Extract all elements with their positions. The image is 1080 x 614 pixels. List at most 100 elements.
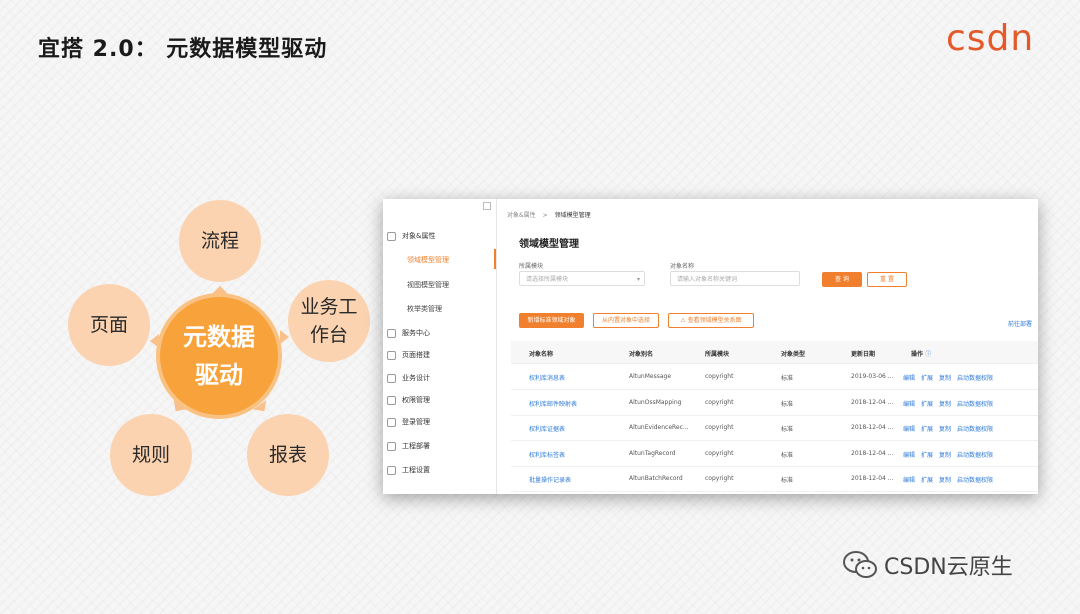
info-icon[interactable]: ⓘ xyxy=(925,351,931,358)
row-action-link[interactable]: 启动数据权限 xyxy=(957,477,993,484)
row-action-link[interactable]: 启动数据权限 xyxy=(957,426,993,433)
row-action-link[interactable]: 编辑 xyxy=(903,426,915,433)
node-workbench: 业务工作台 xyxy=(288,280,370,362)
row-action-link[interactable]: 扩展 xyxy=(921,426,933,433)
row-action-link[interactable]: 扩展 xyxy=(921,452,933,459)
cell-date: 2018-12-04 ... xyxy=(851,449,894,457)
cell-date: 2018-12-04 ... xyxy=(851,475,894,482)
row-actions: 编辑 扩展 复制 启动数据权限 xyxy=(903,399,999,408)
cell-name[interactable]: 权利库标签表 xyxy=(529,450,565,459)
row-action-link[interactable]: 编辑 xyxy=(903,375,915,382)
cell-module: copyright xyxy=(705,449,734,457)
col-name[interactable]: 对象名称 xyxy=(529,349,553,358)
row-action-link[interactable]: 复制 xyxy=(939,401,951,408)
collapse-toggle-icon[interactable] xyxy=(483,202,491,210)
col-alias[interactable]: 对象别名 xyxy=(629,349,653,358)
slide-title: 宜搭 2.0： 元数据模型驱动 xyxy=(38,37,328,62)
wechat-watermark: CSDN云原生 xyxy=(842,549,1013,581)
csdn-logo-mark: CSDN xyxy=(946,18,1033,59)
chevron-down-icon: ▾ xyxy=(636,276,640,283)
name-search-input[interactable]: 请输入对象名称关键词 xyxy=(670,271,800,286)
row-action-link[interactable]: 启动数据权限 xyxy=(957,452,993,459)
row-action-link[interactable]: 复制 xyxy=(939,375,951,382)
view-relations-button[interactable]: ⚠ 查看领域模型关系图 xyxy=(668,313,754,328)
sidebar-subitem-view-model[interactable]: 视图模型管理 xyxy=(407,278,449,292)
cell-date: 2019-03-06 ... xyxy=(851,373,894,380)
row-action-link[interactable]: 启动数据权限 xyxy=(957,375,993,382)
row-action-link[interactable]: 复制 xyxy=(939,426,951,433)
row-action-link[interactable]: 编辑 xyxy=(903,401,915,408)
wechat-icon xyxy=(843,551,877,578)
row-action-link[interactable]: 扩展 xyxy=(921,477,933,484)
breadcrumb-current: 领域模型管理 xyxy=(554,212,591,219)
page-title: 领域模型管理 xyxy=(519,239,579,250)
table-row: 权利库邮件映射表 AltunOssMapping copyright 标准 2018-1… xyxy=(511,390,1038,416)
arrow-up-icon xyxy=(212,286,228,294)
page-icon xyxy=(387,350,396,360)
node-process: 流程 xyxy=(179,200,261,282)
row-actions: 编辑 扩展 复制 启动数据权限 xyxy=(903,475,999,484)
sidebar-item-page-build[interactable]: 页面搭建 xyxy=(387,348,430,362)
sidebar-subitem-enum[interactable]: 枚举类管理 xyxy=(407,302,442,316)
row-action-link[interactable]: 编辑 xyxy=(903,477,915,484)
cell-name[interactable]: 批量操作记录表 xyxy=(529,475,571,484)
cell-name[interactable]: 权利库证据表 xyxy=(529,424,565,433)
sidebar-item-login[interactable]: 登录管理 xyxy=(387,415,430,429)
row-action-link[interactable]: 扩展 xyxy=(921,401,933,408)
row-actions: 编辑 扩展 复制 启动数据权限 xyxy=(903,373,999,382)
row-action-link[interactable]: 扩展 xyxy=(921,375,933,382)
sidebar-item-settings[interactable]: 工程设置 xyxy=(387,463,430,477)
cell-name[interactable]: 权利库邮件映射表 xyxy=(529,399,577,408)
settings-icon xyxy=(387,231,396,241)
col-ops: 操作 ⓘ xyxy=(911,351,932,358)
row-action-link[interactable]: 编辑 xyxy=(903,452,915,459)
arrow-left-icon xyxy=(150,334,159,348)
diagram-icon: ⚠ xyxy=(680,317,688,324)
app-screenshot: 对象&属性 领域模型管理 视图模型管理 枚举类管理 服务中心 页面搭建 业务设计… xyxy=(383,199,1038,494)
sidebar-item-service-center[interactable]: 服务中心 xyxy=(387,326,430,340)
monitor-icon xyxy=(387,328,396,338)
module-select[interactable]: 请选择所属模块 ▾ xyxy=(519,271,645,286)
cell-module: copyright xyxy=(705,398,734,406)
add-standard-object-button[interactable]: 新增标准领域对象 xyxy=(519,313,584,328)
row-actions: 编辑 扩展 复制 启动数据权限 xyxy=(903,450,999,459)
sidebar-item-object-attr[interactable]: 对象&属性 xyxy=(387,229,435,243)
cell-module: copyright xyxy=(705,373,734,380)
gear-icon xyxy=(387,465,396,475)
cell-type: 标准 xyxy=(781,375,794,382)
query-button[interactable]: 查 询 xyxy=(822,272,862,287)
row-actions: 编辑 扩展 复制 启动数据权限 xyxy=(903,424,999,433)
arrow-right-icon xyxy=(280,330,289,344)
cell-alias: AltunBatchRecord xyxy=(629,475,683,482)
col-module[interactable]: 所属模块 xyxy=(705,349,729,358)
csdn-logo: CSDN xyxy=(946,18,1058,67)
briefcase-icon xyxy=(387,373,396,383)
row-action-link[interactable]: 复制 xyxy=(939,452,951,459)
cell-type: 标准 xyxy=(781,477,794,484)
deploy-icon xyxy=(387,441,396,451)
arrow-down-right-icon xyxy=(253,400,271,416)
cell-alias: AltunMessage xyxy=(629,373,672,380)
sidebar-subitem-domain-model[interactable]: 领域模型管理 xyxy=(407,253,449,267)
table-header: 对象名称 对象别名 所属模块 对象类型 更新日期 操作 ⓘ xyxy=(511,341,1038,364)
watermark-text: CSDN云原生 xyxy=(884,555,1013,580)
cell-module: copyright xyxy=(705,424,734,431)
breadcrumb-parent[interactable]: 对象&属性 xyxy=(507,212,536,219)
reset-button[interactable]: 重 置 xyxy=(867,272,907,287)
table-row: 权利库消息表 AltunMessage copyright 标准 2019-03-06 … xyxy=(511,364,1038,390)
sidebar-item-permissions[interactable]: 权限管理 xyxy=(387,393,430,407)
name-label: 对象名称 xyxy=(670,263,695,270)
node-report: 报表 xyxy=(247,414,329,496)
sidebar-item-deploy[interactable]: 工程部署 xyxy=(387,439,430,453)
select-builtin-button[interactable]: 从内置对象中选择 xyxy=(593,313,659,328)
col-type[interactable]: 对象类型 xyxy=(781,349,805,358)
row-action-link[interactable]: 启动数据权限 xyxy=(957,401,993,408)
sidebar-item-business-design[interactable]: 业务设计 xyxy=(387,371,430,385)
table-row: 权利库标签表 AltunTagRecord copyright 标准 2018-12-0… xyxy=(511,441,1038,467)
goto-deploy-link[interactable]: 前往部署 xyxy=(1008,319,1032,328)
cell-name[interactable]: 权利库消息表 xyxy=(529,373,565,382)
cell-date: 2018-12-04 ... xyxy=(851,424,894,431)
cell-alias: AltunEvidenceRec... xyxy=(629,424,689,431)
col-date[interactable]: 更新日期 xyxy=(851,349,875,358)
row-action-link[interactable]: 复制 xyxy=(939,477,951,484)
